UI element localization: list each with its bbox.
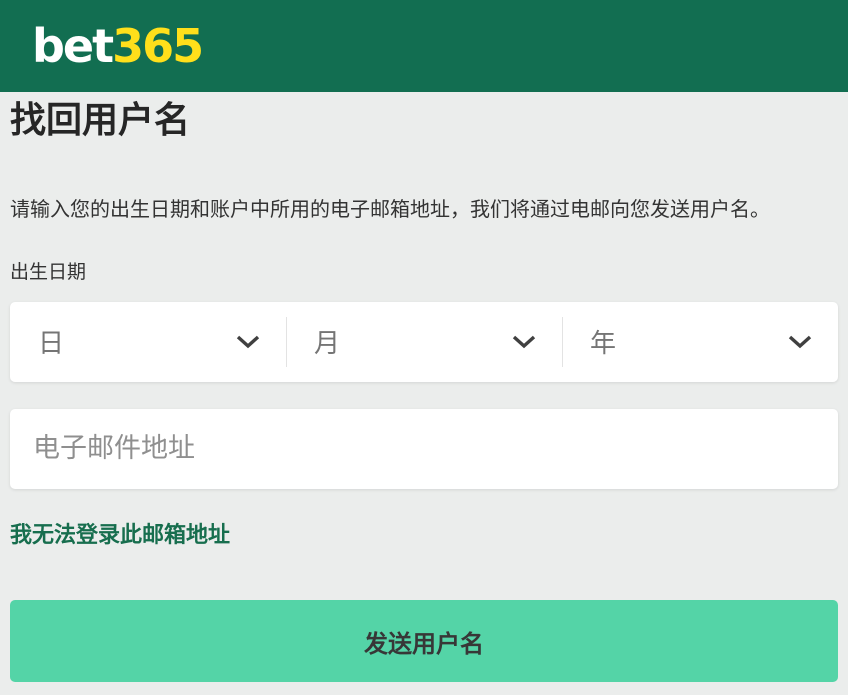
chevron-down-icon	[512, 335, 536, 349]
bet365-logo[interactable]: bet365	[32, 23, 202, 69]
month-select[interactable]: 月	[286, 302, 562, 382]
cannot-access-email-link[interactable]: 我无法登录此邮箱地址	[10, 522, 230, 551]
month-select-value: 月	[314, 323, 340, 360]
send-username-button[interactable]: 发送用户名	[10, 600, 838, 682]
day-select-value: 日	[38, 323, 64, 360]
email-input[interactable]	[10, 409, 838, 489]
recover-username-page: 找回用户名 请输入您的出生日期和账户中所用的电子邮箱地址，我们将通过电邮向您发送…	[0, 99, 848, 682]
instructions-text: 请输入您的出生日期和账户中所用的电子邮箱地址，我们将通过电邮向您发送用户名。	[10, 195, 838, 223]
chevron-down-icon	[788, 335, 812, 349]
logo-365: 365	[112, 19, 202, 73]
dob-select-row: 日 月 年	[10, 302, 838, 382]
logo-bet: bet	[32, 19, 112, 73]
page-title: 找回用户名	[10, 99, 838, 142]
year-select-value: 年	[590, 323, 616, 360]
chevron-down-icon	[236, 335, 260, 349]
app-header: bet365	[0, 0, 848, 92]
day-select[interactable]: 日	[10, 302, 286, 382]
dob-label: 出生日期	[10, 259, 838, 286]
year-select[interactable]: 年	[562, 302, 838, 382]
link-row: 我无法登录此邮箱地址	[10, 522, 838, 551]
